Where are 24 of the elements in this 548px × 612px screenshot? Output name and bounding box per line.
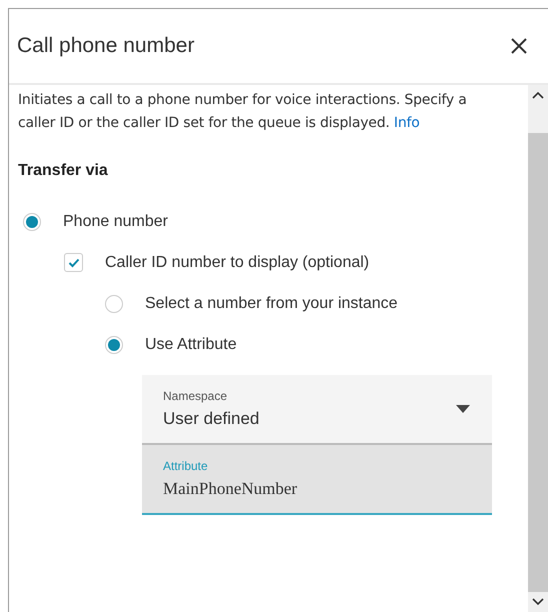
- option-label: Select a number from your instance: [145, 294, 398, 312]
- field-value: User defined: [163, 409, 260, 429]
- option-label: Caller ID number to display (optional): [105, 254, 370, 272]
- caret-icon: [456, 405, 470, 413]
- panel-title: Call phone number: [17, 34, 194, 58]
- scroll-up-icon[interactable]: [532, 91, 544, 99]
- option-label: Phone number: [63, 212, 168, 230]
- field-label: Namespace: [163, 389, 228, 403]
- section-heading: Transfer via: [18, 162, 109, 180]
- close-icon: [511, 38, 527, 54]
- attribute-field[interactable]: Attribute MainPhoneNumber: [142, 445, 492, 515]
- close-button[interactable]: [509, 36, 529, 56]
- namespace-dropdown[interactable]: Namespace User defined: [142, 375, 492, 445]
- radio-button[interactable]: [23, 212, 41, 230]
- radio-button[interactable]: [105, 294, 123, 312]
- description-text: Initiates a call to a phone number for voice interactions. Specify a caller ID or the caller ID set for the queue is displayed. Info: [18, 91, 468, 133]
- scroll-down-icon[interactable]: [532, 598, 544, 606]
- field-label: Attribute: [163, 459, 209, 473]
- field-value: MainPhoneNumber: [163, 479, 298, 499]
- option-label: Use Attribute: [145, 336, 237, 354]
- checkbox[interactable]: [64, 253, 83, 272]
- radio-button[interactable]: [105, 336, 123, 354]
- info-link[interactable]: Info: [394, 115, 420, 131]
- checkmark-icon: [68, 258, 80, 268]
